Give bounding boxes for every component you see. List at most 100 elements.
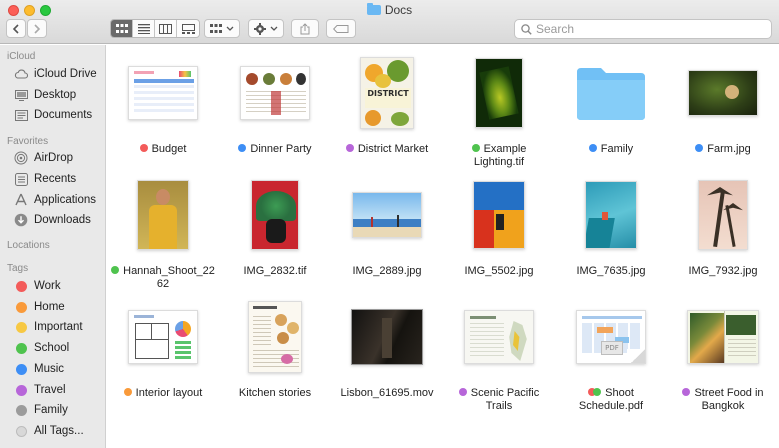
window-title: Docs bbox=[0, 3, 779, 17]
sidebar-tag-home[interactable]: Home bbox=[14, 298, 104, 316]
tag-dot bbox=[588, 144, 597, 152]
view-mode-control bbox=[110, 19, 200, 38]
tag-dot bbox=[123, 388, 132, 396]
floorplan-thumbnail bbox=[128, 310, 198, 364]
sidebar-tag-all-tags[interactable]: All Tags... bbox=[14, 422, 104, 440]
file-label: District Market bbox=[331, 143, 443, 156]
gallery-view-button[interactable] bbox=[177, 20, 199, 37]
search-field[interactable] bbox=[514, 19, 772, 39]
applications-icon bbox=[14, 193, 28, 207]
file-label: IMG_2832.tif bbox=[243, 265, 307, 277]
forward-button[interactable] bbox=[27, 19, 47, 38]
sidebar-item-airdrop[interactable]: AirDrop bbox=[14, 149, 104, 167]
file-label: Example Lighting.tif bbox=[443, 143, 555, 169]
airdrop-icon bbox=[14, 151, 28, 165]
sidebar-item-applications[interactable]: Applications bbox=[14, 191, 104, 209]
file-item-street-food-bangkok[interactable]: Street Food in Bangkok bbox=[667, 297, 779, 412]
file-item-shoot-schedule[interactable]: PDF Shoot Schedule.pdf bbox=[555, 297, 667, 412]
sidebar-section-locations: Locations bbox=[7, 240, 50, 251]
search-icon bbox=[521, 23, 532, 35]
tag-dot bbox=[458, 388, 467, 396]
tag-color-dot bbox=[16, 384, 27, 396]
tag-color-dot bbox=[16, 363, 27, 375]
portrait-photo-thumbnail bbox=[137, 180, 189, 250]
list-view-button[interactable] bbox=[133, 20, 155, 37]
sidebar: iCloud iCloud Drive Desktop Documents Fa… bbox=[0, 45, 106, 448]
sidebar-tag-travel[interactable]: Travel bbox=[14, 381, 104, 399]
icon-view-button[interactable] bbox=[111, 20, 133, 37]
file-item-family-folder[interactable]: Family bbox=[555, 53, 667, 163]
spreadsheet-thumbnail bbox=[128, 66, 198, 120]
file-label: Lisbon_61695.mov bbox=[340, 387, 434, 399]
file-item-example-lighting[interactable]: Example Lighting.tif bbox=[443, 53, 555, 168]
tag-color-dot bbox=[16, 404, 27, 416]
tag-dot bbox=[139, 144, 148, 152]
sidebar-tag-important[interactable]: Important bbox=[14, 318, 104, 336]
file-item-kitchen-stories[interactable]: Kitchen stories bbox=[219, 297, 331, 407]
edit-tags-button[interactable] bbox=[326, 19, 356, 38]
file-item-scenic-pacific-trails[interactable]: Scenic Pacific Trails bbox=[443, 297, 555, 412]
desktop-icon bbox=[14, 88, 28, 102]
recents-icon bbox=[14, 172, 28, 186]
file-item-budget[interactable]: Budget bbox=[107, 53, 219, 163]
column-view-button[interactable] bbox=[155, 20, 177, 37]
file-item-dinner-party[interactable]: Dinner Party bbox=[219, 53, 331, 163]
file-item-interior-layout[interactable]: Interior layout bbox=[107, 297, 219, 407]
sidebar-item-icloud-drive[interactable]: iCloud Drive bbox=[14, 65, 104, 83]
list-view-icon bbox=[137, 23, 150, 34]
file-label: Hannah_Shoot_22 62 bbox=[107, 265, 219, 291]
file-label: Budget bbox=[107, 143, 219, 156]
file-item-hannah-shoot[interactable]: Hannah_Shoot_22 62 bbox=[107, 175, 219, 290]
back-button[interactable] bbox=[6, 19, 26, 38]
sidebar-tag-family[interactable]: Family bbox=[14, 401, 104, 419]
file-item-district-market[interactable]: DISTRICT District Market bbox=[331, 53, 443, 163]
gear-icon bbox=[254, 22, 266, 35]
farm-photo-thumbnail bbox=[688, 70, 758, 116]
tag-color-dot bbox=[16, 342, 27, 354]
sidebar-section-favorites: Favorites bbox=[7, 136, 49, 147]
tag-dot bbox=[471, 144, 480, 152]
recipe-thumbnail bbox=[248, 301, 302, 373]
sidebar-tag-music[interactable]: Music bbox=[14, 360, 104, 378]
file-label: Kitchen stories bbox=[238, 387, 312, 399]
search-input[interactable] bbox=[536, 22, 756, 36]
file-item-img-7635[interactable]: IMG_7635.jpg bbox=[555, 175, 667, 285]
cloud-icon bbox=[14, 67, 28, 81]
file-label: IMG_7932.jpg bbox=[688, 265, 758, 277]
file-item-img-2889[interactable]: IMG_2889.jpg bbox=[331, 175, 443, 285]
file-label: Dinner Party bbox=[219, 143, 331, 156]
sidebar-tag-work[interactable]: Work bbox=[14, 277, 104, 295]
file-item-farm[interactable]: Farm.jpg bbox=[667, 53, 779, 163]
file-item-img-5502[interactable]: IMG_5502.jpg bbox=[443, 175, 555, 285]
action-menu-button[interactable] bbox=[248, 19, 284, 38]
group-by-icon bbox=[210, 23, 222, 33]
share-icon bbox=[300, 22, 310, 34]
sidebar-item-documents[interactable]: Documents bbox=[14, 106, 104, 124]
sidebar-item-downloads[interactable]: Downloads bbox=[14, 211, 104, 229]
file-item-lisbon-movie[interactable]: Lisbon_61695.mov bbox=[331, 297, 443, 407]
sidebar-item-desktop[interactable]: Desktop bbox=[14, 86, 104, 104]
sidebar-section-icloud: iCloud bbox=[7, 51, 36, 62]
document-icon bbox=[14, 108, 28, 122]
magazine-spread-thumbnail bbox=[687, 310, 759, 364]
tag-dot bbox=[345, 144, 354, 152]
sidebar-tag-school[interactable]: School bbox=[14, 339, 104, 357]
chevron-left-icon bbox=[12, 23, 19, 34]
tag-dot bbox=[695, 144, 704, 152]
toolbar: Docs bbox=[0, 0, 779, 44]
sidebar-item-recents[interactable]: Recents bbox=[14, 170, 104, 188]
group-by-button[interactable] bbox=[204, 19, 240, 38]
file-label: Farm.jpg bbox=[667, 143, 779, 156]
file-item-img-7932[interactable]: IMG_7932.jpg bbox=[667, 175, 779, 285]
tag-dot bbox=[682, 388, 691, 396]
file-item-img-2832[interactable]: IMG_2832.tif bbox=[219, 175, 331, 285]
downloads-icon bbox=[14, 213, 28, 227]
folder-icon bbox=[366, 3, 381, 15]
photo-thumbnail bbox=[585, 181, 637, 249]
file-label: Interior layout bbox=[107, 387, 219, 400]
file-label: IMG_7635.jpg bbox=[576, 265, 646, 277]
sidebar-section-tags: Tags bbox=[7, 263, 29, 274]
share-button[interactable] bbox=[291, 19, 319, 38]
palm-photo-thumbnail bbox=[698, 180, 748, 250]
tag-color-dot bbox=[16, 321, 27, 333]
